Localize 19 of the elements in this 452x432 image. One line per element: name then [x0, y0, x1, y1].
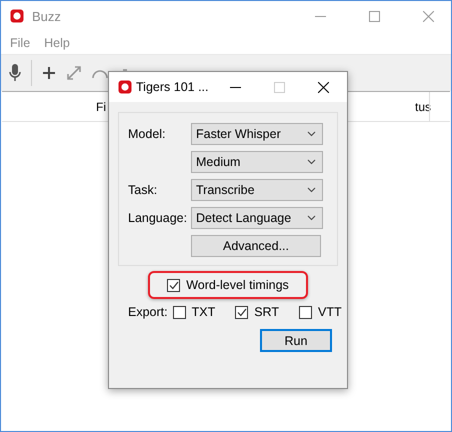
checkbox-label: SRT	[254, 305, 279, 319]
dropdown[interactable]: Detect Language	[191, 207, 323, 229]
window-title: Buzz	[32, 8, 62, 24]
dropdown[interactable]: Faster Whisper	[191, 123, 323, 145]
field-label: Language:	[128, 211, 188, 225]
checkbox-label: TXT	[192, 305, 216, 319]
checkbox-label: Word-level timings	[186, 278, 289, 292]
advanced-button[interactable]: Advanced...	[191, 235, 321, 257]
field-label: Model:	[128, 127, 167, 141]
run-button[interactable]: Run	[260, 329, 332, 352]
field-label: Task:	[128, 183, 158, 197]
export-label: Export:	[128, 305, 168, 319]
dropdown[interactable]: Medium	[191, 151, 323, 173]
dropdown[interactable]: Transcribe	[191, 179, 323, 201]
dialog-title: Tigers 101 ...	[136, 80, 210, 94]
checkbox-label: VTT	[318, 305, 342, 319]
column-header: Fi	[96, 100, 106, 114]
menu-item[interactable]: File	[5, 36, 36, 50]
menu-item[interactable]: Help	[39, 36, 75, 50]
